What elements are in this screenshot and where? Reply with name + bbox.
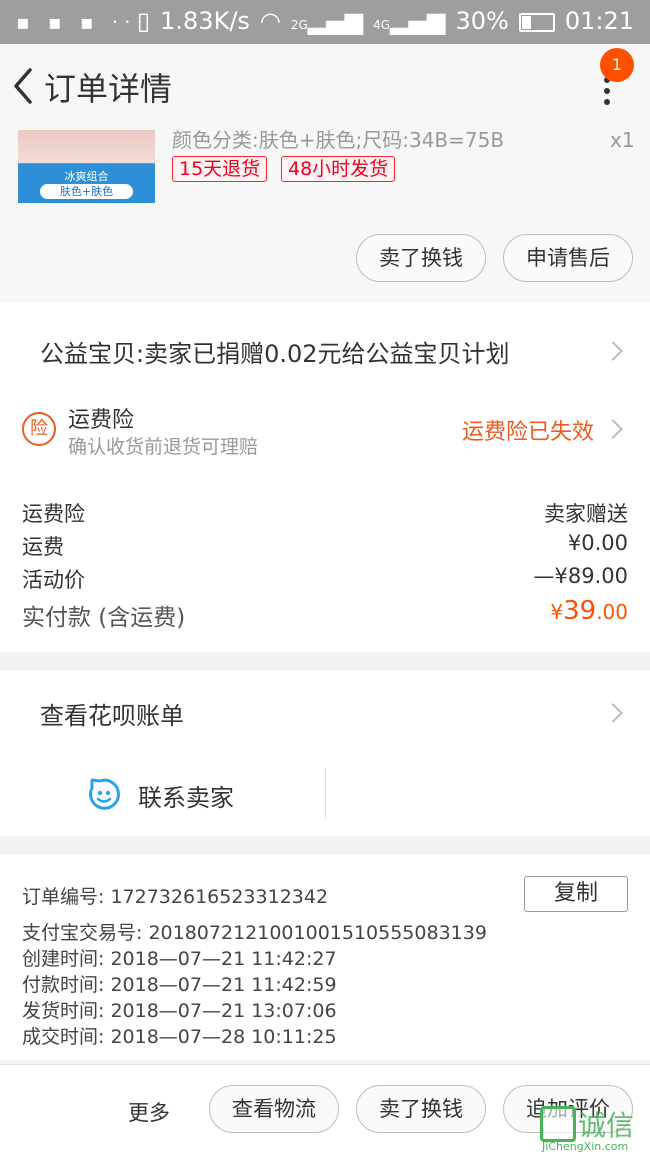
fee-value-promo: —¥89.00 bbox=[533, 564, 628, 588]
paid-currency: ¥ bbox=[550, 600, 564, 624]
battery-icon bbox=[518, 12, 555, 32]
insurance-status[interactable]: 运费险已失效 bbox=[462, 414, 594, 446]
paid-integer: 39 bbox=[563, 596, 597, 626]
copy-button[interactable]: 复制 bbox=[524, 876, 628, 912]
watermark-text: 诚信 bbox=[578, 1109, 635, 1142]
network-speed: 1.83K/s bbox=[160, 7, 250, 35]
chevron-right-icon bbox=[603, 341, 623, 361]
image-caption-bottom: 肤色+肤色 bbox=[40, 184, 133, 199]
battery-percent: 30% bbox=[455, 7, 509, 35]
contact-seller-button[interactable]: 联系卖家 bbox=[138, 778, 234, 813]
tag-return: 15天退货 bbox=[172, 156, 268, 182]
status-right: ▯ 1.83K/s ◠ 2G▂▄▆ 4G▂▄▆ 30% 01:21 bbox=[127, 7, 634, 35]
signal-2g-label: 2G bbox=[290, 18, 308, 32]
status-bar: ▪ ▪ ▪ ··· ▯ 1.83K/s ◠ 2G▂▄▆ 4G▂▄▆ 30% 01:21 bbox=[0, 0, 650, 44]
clock: 01:21 bbox=[564, 7, 634, 35]
fee-label-shipping: 运费 bbox=[22, 535, 64, 559]
created-time: 创建时间: 2018—07—21 11:42:27 bbox=[22, 948, 337, 970]
huabei-contact-section: 查看花呗账单 联系卖家 bbox=[0, 670, 650, 836]
insurance-subtitle: 确认收货前退货可理赔 bbox=[68, 436, 259, 458]
paid-amount: ¥39.00 bbox=[550, 596, 628, 626]
view-logistics-button[interactable]: 查看物流 bbox=[209, 1085, 339, 1133]
signal-4g-label: 4G bbox=[373, 18, 391, 32]
insurance-icon: 险 bbox=[22, 412, 56, 446]
product-section: 冰爽组合 肤色+肤色 颜色分类:肤色+肤色;尺码:34B=75B x1 15天退… bbox=[0, 128, 650, 300]
paid-label: 实付款 (含运费) bbox=[22, 605, 186, 631]
nav-bar: 订单详情 bbox=[0, 44, 650, 128]
fee-value-insurance: 卖家赠送 bbox=[544, 502, 628, 526]
signal-icon: ▂▄▆ bbox=[307, 7, 364, 35]
fee-label-insurance: 运费险 bbox=[22, 502, 85, 526]
insurance-title: 运费险 bbox=[68, 408, 135, 433]
divider bbox=[325, 768, 326, 818]
order-summary-section: 公益宝贝:卖家已捐赠0.02元给公益宝贝计划 运费险 确认收货前退货可理赔 运费… bbox=[0, 302, 650, 652]
fee-value-shipping: ¥0.00 bbox=[567, 531, 628, 555]
shipped-time: 发货时间: 2018—07—21 13:07:06 bbox=[22, 1000, 337, 1022]
tag-shipping: 48小时发货 bbox=[281, 156, 396, 182]
product-sku: 颜色分类:肤色+肤色;尺码:34B=75B bbox=[172, 128, 505, 152]
chevron-right-icon bbox=[603, 419, 623, 439]
after-sales-button[interactable]: 申请售后 bbox=[503, 234, 633, 282]
back-arrow-icon[interactable] bbox=[8, 66, 38, 106]
image-caption-top: 冰爽组合 bbox=[64, 170, 109, 183]
vibrate-icon: ▯ bbox=[136, 7, 151, 35]
fee-label-promo: 活动价 bbox=[22, 568, 85, 592]
wifi-icon: ◠ bbox=[259, 7, 281, 35]
huabei-bill-link[interactable]: 查看花呗账单 bbox=[40, 696, 184, 731]
alipay-trade-number: 支付宝交易号: 2018072121001001510555083139 bbox=[22, 922, 487, 944]
site-watermark: 诚信 JiChengXin.com bbox=[540, 1102, 650, 1155]
product-image[interactable]: 冰爽组合 肤色+肤色 bbox=[18, 130, 155, 203]
watermark-url: JiChengXin.com bbox=[542, 1140, 629, 1153]
product-quantity: x1 bbox=[610, 128, 635, 152]
sell-for-cash-button-bottom[interactable]: 卖了换钱 bbox=[356, 1085, 486, 1133]
paid-decimal: .00 bbox=[596, 600, 628, 624]
chat-icon[interactable] bbox=[86, 776, 122, 812]
signal-icon-2: ▂▄▆ bbox=[390, 7, 446, 35]
order-number: 订单编号: 172732616523312342 bbox=[22, 886, 329, 908]
sell-for-cash-button[interactable]: 卖了换钱 bbox=[356, 234, 486, 282]
more-button[interactable]: 更多 bbox=[128, 1097, 170, 1127]
chevron-right-icon bbox=[603, 703, 623, 723]
notification-badge: 1 bbox=[600, 48, 634, 82]
paid-time: 付款时间: 2018—07—21 11:42:59 bbox=[22, 974, 337, 996]
completed-time: 成交时间: 2018—07—28 10:11:25 bbox=[22, 1026, 337, 1048]
watermark-logo bbox=[540, 1106, 576, 1142]
page-title: 订单详情 bbox=[44, 70, 173, 108]
charity-text[interactable]: 公益宝贝:卖家已捐赠0.02元给公益宝贝计划 bbox=[40, 334, 510, 369]
